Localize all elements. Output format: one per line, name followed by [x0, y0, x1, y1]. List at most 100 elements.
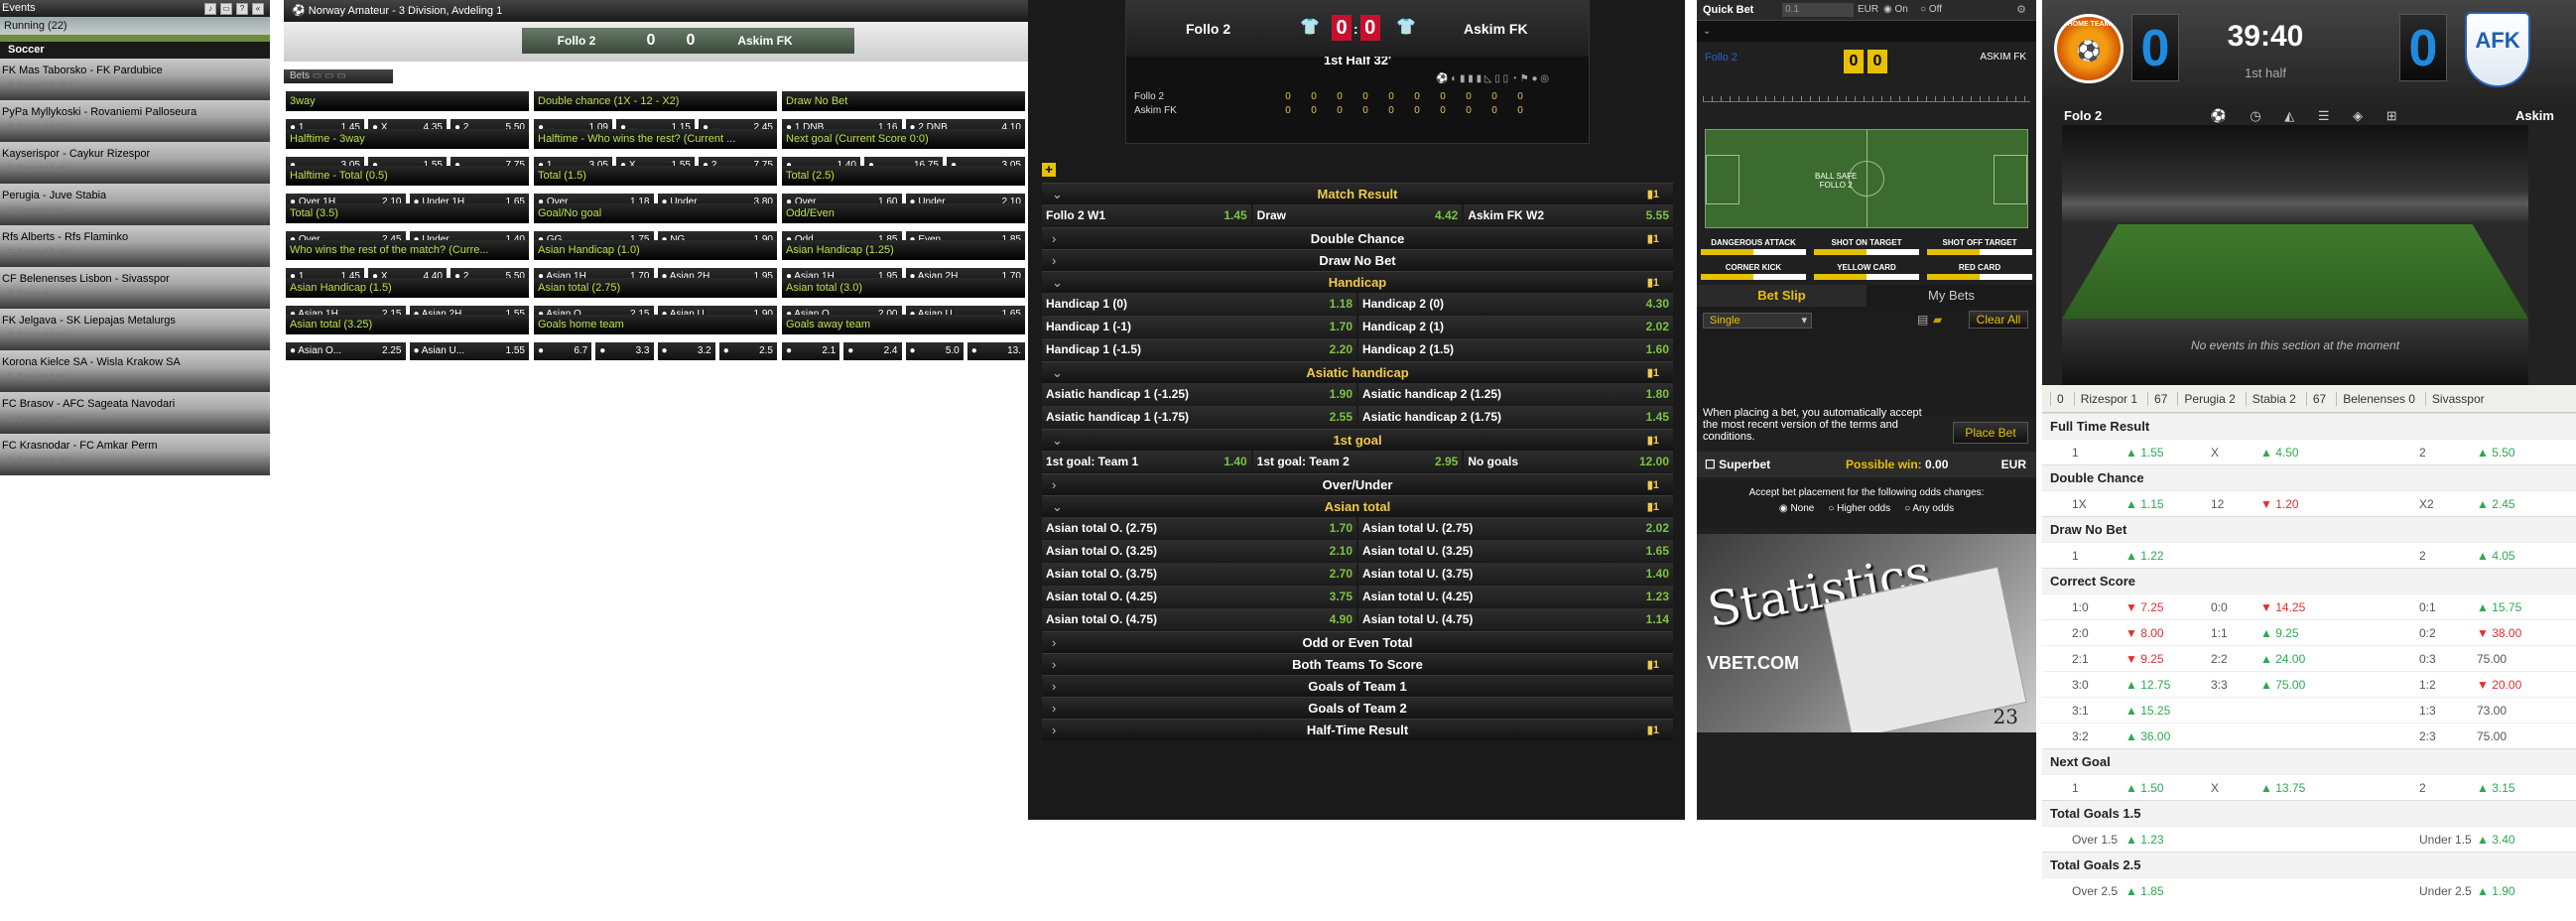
odds-cell[interactable]: Asian total U. (3.75) 1.40 — [1358, 563, 1673, 585]
option-any[interactable]: ○ Any odds — [1904, 503, 1954, 514]
odds-value[interactable]: ▲ 15.25 — [2125, 698, 2170, 724]
odds-value[interactable]: ▼ 38.00 — [2477, 620, 2521, 646]
odds-value[interactable]: ▲ 4.05 — [2477, 543, 2515, 569]
odds-button[interactable]: ● 2.5 — [718, 342, 777, 360]
odds-value[interactable]: ▲ 3.40 — [2477, 827, 2515, 853]
stats-flag-icon[interactable]: ▮1 — [1647, 720, 1659, 741]
odds-cell[interactable]: Asian total O. (4.75) 4.90 — [1042, 608, 1356, 630]
stats-flag-icon[interactable]: ▮1 — [1647, 272, 1659, 294]
odds-value[interactable]: ▲ 1.55 — [2125, 440, 2164, 465]
odds-cell[interactable]: Handicap 1 (0) 1.18 — [1042, 293, 1356, 315]
odds-value[interactable]: ▲ 2.45 — [2477, 491, 2515, 517]
market-title[interactable]: Goals home team — [534, 315, 777, 334]
odds-cell[interactable]: Handicap 2 (1.5) 1.60 — [1358, 338, 1673, 360]
odds-value[interactable]: ▲ 1.15 — [2125, 491, 2164, 517]
odds-button[interactable]: ● 13. — [966, 342, 1025, 360]
market-title[interactable]: Goal/No goal — [534, 202, 777, 223]
odds-button[interactable]: ● Asian O... 2.25 — [286, 342, 406, 360]
odds-value[interactable]: ▼ 20.00 — [2477, 672, 2521, 698]
odds-cell[interactable]: Asian total U. (2.75) 2.02 — [1358, 517, 1673, 539]
odds-cell[interactable]: No goals 12.00 — [1464, 451, 1674, 472]
event-item[interactable]: FC Krasnodar - FC Amkar Perm 2. Second ha… — [0, 434, 270, 475]
odds-cell[interactable]: Asian total O. (3.25) 2.10 — [1042, 540, 1356, 562]
event-item[interactable]: FK Mas Taborsko - FK Pardubice 2. Second … — [0, 59, 270, 100]
odds-value[interactable]: ▲ 75.00 — [2260, 672, 2305, 698]
market-title[interactable]: Asian total (3.0) — [782, 277, 1025, 298]
odds-button[interactable]: ● 5.0 — [905, 342, 964, 360]
market-header[interactable]: › Over/Under ▮1 — [1042, 473, 1673, 495]
market-title[interactable]: Goals away team — [782, 315, 1025, 334]
market-header[interactable]: › Goals of Team 2 — [1042, 697, 1673, 719]
odds-value[interactable]: ▼ 1.20 — [2260, 491, 2299, 517]
market-title[interactable]: Double chance (1X - 12 - X2) — [534, 91, 777, 111]
odds-button[interactable]: ● 2.4 — [843, 342, 902, 360]
odds-value[interactable]: ▲ 24.00 — [2260, 646, 2305, 672]
odds-cell[interactable]: Asian total U. (3.25) 1.65 — [1358, 540, 1673, 562]
odds-value[interactable]: ▲ 15.75 — [2477, 594, 2521, 620]
odds-cell[interactable]: Asiatic handicap 1 (-1.25) 1.90 — [1042, 383, 1356, 405]
odds-value[interactable]: ▲ 1.50 — [2125, 775, 2164, 801]
market-title[interactable]: Asian Handicap (1.25) — [782, 240, 1025, 260]
ticker-item[interactable]: 67 — [2147, 391, 2173, 406]
sport-header-soccer[interactable]: Soccer — [0, 42, 270, 59]
ticker-item[interactable]: Sivasspor — [2424, 391, 2491, 406]
odds-value[interactable]: ▼ 14.25 — [2260, 594, 2305, 620]
widget-icons[interactable]: ⚽ ◷ ◭ ☰ ◈ ⊞ — [2211, 107, 2407, 125]
market-title[interactable]: 3way — [286, 91, 529, 111]
ticker-item[interactable]: Perugia 2 — [2177, 391, 2241, 406]
odds-cell[interactable]: Handicap 1 (-1.5) 2.20 — [1042, 338, 1356, 360]
bet-type-select[interactable]: Single ▾ — [1703, 313, 1812, 329]
market-title[interactable]: Total (1.5) — [534, 166, 777, 186]
market-title[interactable]: Asian total (2.75) — [534, 277, 777, 298]
scores-ticker[interactable]: 0 Rizespor 1 67 Perugia 2 Stabia 2 67 Belenens… — [2042, 385, 2576, 413]
event-item[interactable]: Kayserispor - Caykur Rizespor 2. Second h… — [0, 142, 270, 184]
odds-value[interactable]: ▲ 1.23 — [2125, 827, 2164, 853]
market-title[interactable]: Total (3.5) — [286, 202, 529, 223]
market-header[interactable]: › Double Chance ▮1 — [1042, 227, 1673, 249]
market-header[interactable]: ⌄ Handicap ▮1 — [1042, 271, 1673, 293]
statistics-banner[interactable]: Statistics VBET.COM 23 — [1697, 534, 2036, 732]
odds-button[interactable]: ● 2.1 — [782, 342, 840, 360]
running-filter[interactable]: Running (22) — [0, 17, 270, 35]
stats-flag-icon[interactable]: ▮1 — [1647, 362, 1659, 384]
ticker-item[interactable]: 67 — [2305, 391, 2332, 406]
stats-flag-icon[interactable]: ▮1 — [1647, 654, 1659, 676]
odds-button[interactable]: ● 3.3 — [595, 342, 654, 360]
odds-cell[interactable]: Asian total O. (4.25) 3.75 — [1042, 586, 1356, 607]
odds-button[interactable]: ● 3.2 — [657, 342, 715, 360]
odds-button[interactable]: ● Asian U... 1.55 — [409, 342, 529, 360]
event-item[interactable]: PyPa Myllykoski - Rovaniemi Palloseura 2.… — [0, 100, 270, 142]
market-title[interactable]: Asian Handicap (1.5) — [286, 277, 529, 298]
odds-cell[interactable]: Asian total O. (3.75) 2.70 — [1042, 563, 1356, 585]
print-icon[interactable]: ▤ — [1917, 313, 1928, 327]
stats-flag-icon[interactable]: ▮1 — [1647, 430, 1659, 452]
market-title[interactable]: Halftime - Who wins the rest? (Current .… — [534, 128, 777, 149]
my-bets-tab[interactable]: My Bets — [1867, 285, 2036, 307]
add-icon[interactable]: + — [1042, 163, 1056, 177]
odds-value[interactable]: 73.00 — [2477, 698, 2507, 724]
quick-bet-off[interactable]: ○ Off — [1920, 0, 1942, 20]
odds-cell[interactable]: Asian total U. (4.75) 1.14 — [1358, 608, 1673, 630]
odds-value[interactable]: ▲ 9.25 — [2260, 620, 2299, 646]
event-item[interactable]: Perugia - Juve Stabia 2. Second half — [0, 184, 270, 225]
market-header[interactable]: ⌄ 1st goal ▮1 — [1042, 429, 1673, 451]
ticker-item[interactable]: Belenenses 0 — [2336, 391, 2421, 406]
event-item[interactable]: FC Brasov - AFC Sageata Navodari 2. Secon… — [0, 392, 270, 434]
odds-cell[interactable]: Asiatic handicap 2 (1.25) 1.80 — [1358, 383, 1673, 405]
market-header[interactable]: ⌄ Asiatic handicap ▮1 — [1042, 361, 1673, 383]
odds-value[interactable]: ▼ 9.25 — [2125, 646, 2164, 672]
odds-cell[interactable]: Handicap 2 (1) 2.02 — [1358, 316, 1673, 337]
odds-cell[interactable]: Asian total O. (2.75) 1.70 — [1042, 517, 1356, 539]
quick-bet-input[interactable]: 0.1 — [1782, 3, 1854, 17]
odds-value[interactable]: ▲ 13.75 — [2260, 775, 2305, 801]
chevron-down-icon[interactable]: ⌄ — [1703, 26, 1711, 37]
collapse-icon[interactable]: « — [252, 2, 264, 15]
odds-cell[interactable]: Askim FK W2 5.55 — [1464, 204, 1674, 226]
odds-value[interactable]: ▲ 1.22 — [2125, 543, 2164, 569]
bets-tab[interactable]: Bets ▭ ▭ ▭ — [284, 69, 393, 83]
odds-value[interactable]: 75.00 — [2477, 646, 2507, 672]
odds-value[interactable]: ▲ 1.90 — [2477, 878, 2515, 904]
market-title[interactable]: Halftime - 3way — [286, 128, 529, 149]
folder-icon[interactable]: ▰ — [1933, 313, 1942, 327]
market-header[interactable]: › Goals of Team 1 — [1042, 675, 1673, 697]
